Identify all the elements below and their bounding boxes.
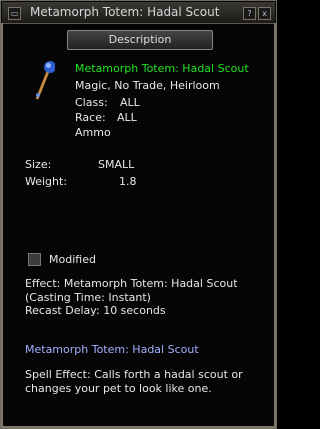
close-button[interactable]: x: [258, 7, 271, 20]
help-button[interactable]: ?: [243, 7, 256, 20]
item-name: Metamorph Totem: Hadal Scout: [75, 62, 249, 75]
weight-value: 1.8: [119, 175, 137, 188]
weight-label: Weight:: [25, 175, 68, 188]
window-menu-icon[interactable]: ▭: [8, 7, 21, 20]
spell-description-line1: Spell Effect: Calls forth a hadal scout …: [25, 368, 243, 381]
size-label: Size:: [25, 158, 52, 171]
modified-checkbox[interactable]: [28, 253, 41, 266]
spell-description-line2: changes your pet to look like one.: [25, 382, 212, 395]
left-border: [1, 23, 3, 428]
casting-time: (Casting Time: Instant): [25, 291, 151, 304]
size-value: SMALL: [98, 158, 135, 171]
recast-delay: Recast Delay: 10 seconds: [25, 304, 166, 317]
modified-label: Modified: [49, 253, 96, 266]
totem-wand-icon: [35, 61, 55, 100]
item-display-window: ▭ Metamorph Totem: Hadal Scout ? x Descr…: [0, 0, 277, 429]
window-title: Metamorph Totem: Hadal Scout: [30, 5, 220, 19]
race-value: ALL: [117, 111, 137, 124]
class-label: Class:: [75, 96, 108, 109]
bottom-border: [1, 426, 276, 428]
class-value: ALL: [120, 96, 140, 109]
item-flags: Magic, No Trade, Heirloom: [75, 79, 220, 92]
race-label: Race:: [75, 111, 106, 124]
effect-line: Effect: Metamorph Totem: Hadal Scout: [25, 277, 238, 290]
item-type: Ammo: [75, 126, 111, 139]
spell-name-link[interactable]: Metamorph Totem: Hadal Scout: [25, 343, 199, 356]
title-bar[interactable]: ▭ Metamorph Totem: Hadal Scout ? x: [2, 2, 275, 24]
right-border: [274, 23, 276, 428]
description-button[interactable]: Description: [67, 30, 213, 50]
